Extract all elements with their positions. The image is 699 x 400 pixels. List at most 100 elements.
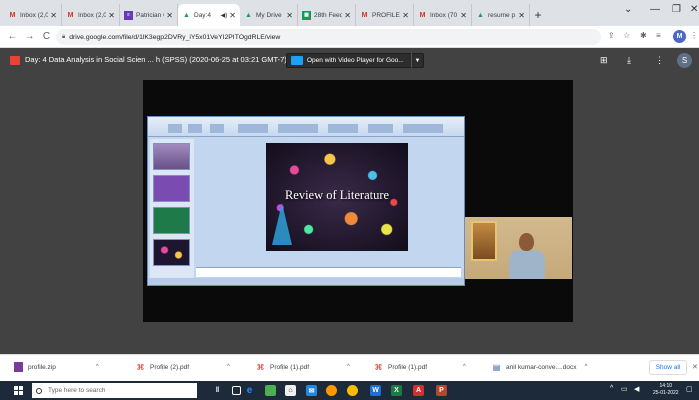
- tab-label: resume p: [488, 11, 516, 19]
- download-name: anil kumar-conve....docx: [506, 363, 577, 371]
- pdf-icon: ⌘: [256, 362, 265, 372]
- tab-patrician[interactable]: ≡ Patrician C ✕: [120, 4, 178, 26]
- star-icon[interactable]: ☆: [623, 31, 630, 40]
- download-item[interactable]: ▤ anil kumar-conve....docx ^: [492, 362, 588, 372]
- firefox-icon[interactable]: [326, 385, 337, 396]
- task-view-icon[interactable]: [232, 386, 241, 395]
- close-icon[interactable]: ✕: [344, 11, 351, 20]
- drive-viewer: Day: 4 Data Analysis in Social Scien ...…: [0, 48, 699, 354]
- download-item[interactable]: ⌘ Profile (1).pdf ^: [374, 362, 466, 372]
- show-all-button[interactable]: Show all: [649, 360, 687, 375]
- tab-resume[interactable]: ▲ resume p ✕: [472, 4, 530, 26]
- close-icon[interactable]: ✕: [518, 11, 525, 20]
- ppt-status-bar: [148, 278, 464, 285]
- close-shelf-icon[interactable]: ✕: [692, 363, 698, 371]
- tab-inbox-70[interactable]: M Inbox (70 ✕: [414, 4, 472, 26]
- chevron-up-icon[interactable]: ^: [584, 364, 587, 370]
- toolbar: ← → C 🔒︎ drive.google.com/file/d/1lK3egp…: [0, 26, 699, 48]
- thumbnail: [153, 239, 190, 266]
- tab-day4[interactable]: ▲ Day:4 ◀) ✕: [178, 4, 240, 26]
- microphone-icon[interactable]: ǁ: [212, 385, 223, 396]
- close-icon[interactable]: ✕: [460, 11, 467, 20]
- chrome-icon[interactable]: [347, 385, 358, 396]
- back-icon[interactable]: ←: [4, 31, 21, 42]
- drive-icon: ▲: [477, 11, 484, 19]
- close-icon[interactable]: ✕: [402, 11, 409, 20]
- gmail-icon: M: [9, 11, 16, 19]
- ppt-ribbon: [148, 117, 464, 137]
- close-icon[interactable]: ✕: [108, 11, 115, 20]
- menu-icon[interactable]: ⋮: [690, 31, 698, 40]
- network-icon[interactable]: ▭: [621, 385, 628, 393]
- more-options-icon[interactable]: ⋮: [655, 55, 664, 66]
- media-icon[interactable]: ≡: [656, 31, 661, 40]
- tab-label: Patrician C: [136, 11, 164, 19]
- word-taskbar-icon[interactable]: W: [370, 385, 381, 396]
- tray-chevron-icon[interactable]: ^: [610, 385, 613, 392]
- clock-date: 25-01-2022: [653, 390, 679, 396]
- chevron-up-icon[interactable]: ^: [227, 364, 230, 370]
- video-frame[interactable]: Review of Literature: [143, 80, 573, 322]
- pdf-icon: ⌘: [136, 362, 145, 372]
- tab-profile[interactable]: M PROFILE ✕: [356, 4, 414, 26]
- thumbnail: [153, 143, 190, 170]
- minimize-icon[interactable]: —: [650, 4, 660, 15]
- chevron-up-icon[interactable]: ^: [347, 364, 350, 370]
- reload-icon[interactable]: C: [38, 31, 55, 42]
- slide-canvas: Review of Literature: [266, 143, 408, 251]
- viewer-profile-avatar[interactable]: S: [677, 53, 692, 68]
- edge-icon[interactable]: e: [244, 385, 255, 396]
- excel-icon[interactable]: X: [391, 385, 402, 396]
- presenter-head: [519, 233, 534, 251]
- tab-feed[interactable]: ▦ 28th Feed ✕: [298, 4, 356, 26]
- gmail-icon: M: [67, 11, 74, 19]
- close-icon[interactable]: ✕: [286, 11, 293, 20]
- open-with-button[interactable]: Open with Video Player for Goo... ▼: [286, 53, 424, 68]
- download-item[interactable]: ⌘ Profile (1).pdf ^: [256, 362, 350, 372]
- download-item[interactable]: profile.zip ^: [14, 362, 99, 372]
- browser-profile-avatar[interactable]: M: [673, 30, 686, 43]
- taskbar-search[interactable]: Type here to search: [32, 383, 197, 398]
- video-player-icon: [291, 56, 303, 65]
- volume-icon[interactable]: ◀: [634, 385, 639, 393]
- close-icon[interactable]: ✕: [50, 11, 57, 20]
- address-bar[interactable]: 🔒︎ drive.google.com/file/d/1lK3egp2DVRy_…: [56, 29, 601, 45]
- tab-search-icon[interactable]: ⌄: [624, 4, 632, 15]
- forward-icon[interactable]: →: [21, 31, 38, 42]
- new-window-icon[interactable]: ⊞: [600, 55, 608, 66]
- tab-my-drive[interactable]: ▲ My Drive ✕: [240, 4, 298, 26]
- chevron-up-icon[interactable]: ^: [96, 364, 99, 370]
- close-icon[interactable]: ✕: [166, 11, 173, 20]
- restore-icon[interactable]: ❐: [672, 4, 681, 15]
- tab-label: Day:4: [194, 11, 211, 19]
- word-icon: ▤: [492, 362, 501, 372]
- download-item[interactable]: ⌘ Profile (2).pdf ^: [136, 362, 230, 372]
- app-icon[interactable]: [265, 385, 276, 396]
- sheets-icon: ▦: [302, 10, 311, 20]
- chevron-up-icon[interactable]: ^: [463, 364, 466, 370]
- thumbnail: [153, 207, 190, 234]
- notifications-icon[interactable]: ▢: [686, 385, 693, 393]
- taskbar-clock[interactable]: 14:10 25-01-2022: [653, 383, 679, 397]
- chevron-down-icon[interactable]: ▼: [411, 53, 423, 68]
- close-window-icon[interactable]: ✕: [690, 4, 698, 15]
- acrobat-icon[interactable]: A: [413, 385, 424, 396]
- file-title: Day: 4 Data Analysis in Social Scien ...…: [25, 55, 287, 64]
- windows-start-icon[interactable]: [14, 386, 23, 395]
- download-icon[interactable]: ⤓: [627, 55, 631, 66]
- tab-label: Inbox (2,0: [20, 11, 49, 19]
- close-icon[interactable]: ✕: [229, 11, 236, 20]
- slide-title: Review of Literature: [284, 188, 390, 202]
- tab-inbox-1[interactable]: M Inbox (2,0 ✕: [4, 4, 62, 26]
- mail-icon[interactable]: ✉: [306, 385, 317, 396]
- extensions-icon[interactable]: ✱: [640, 31, 647, 40]
- download-name: Profile (1).pdf: [388, 363, 428, 371]
- store-icon[interactable]: ⌂: [285, 385, 296, 396]
- new-tab-button[interactable]: +: [530, 4, 546, 26]
- tab-inbox-2[interactable]: M Inbox (2,0 ✕: [62, 4, 120, 26]
- drive-icon: ▲: [245, 11, 252, 19]
- powerpoint-icon[interactable]: P: [436, 385, 447, 396]
- webcam-feed: [465, 217, 572, 279]
- share-icon[interactable]: ⇪: [608, 31, 615, 40]
- tab-label: Inbox (2,0: [78, 11, 107, 19]
